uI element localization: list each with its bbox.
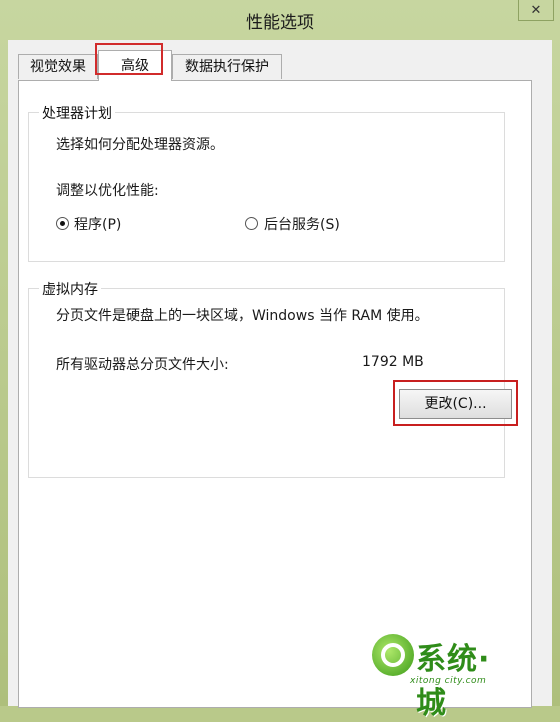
watermark-sub-text: xitong city.com [410, 676, 487, 686]
total-paging-size-value: 1792 MB [362, 354, 424, 370]
window-frame: 性能选项 ✕ 视觉效果 高级 数据执行保护 处理器计划 选择如何分配处理器资源。… [0, 0, 560, 721]
logo-circle-icon [372, 634, 414, 676]
adjust-for-label: 调整以优化性能: [56, 183, 159, 199]
tab-data-execution-prevention[interactable]: 数据执行保护 [172, 54, 282, 79]
dialog-client-area: 视觉效果 高级 数据执行保护 处理器计划 选择如何分配处理器资源。 调整以优化性… [8, 40, 552, 708]
tab-visual-effects[interactable]: 视觉效果 [18, 54, 98, 79]
close-button[interactable]: ✕ [518, 0, 554, 21]
total-paging-size-label: 所有驱动器总分页文件大小: [56, 357, 229, 373]
processor-description: 选择如何分配处理器资源。 [56, 137, 224, 153]
change-button[interactable]: 更改(C)... [399, 389, 512, 419]
close-icon: ✕ [530, 2, 542, 18]
virtual-memory-description: 分页文件是硬盘上的一块区域，Windows 当作 RAM 使用。 [56, 308, 429, 324]
window-title: 性能选项 [246, 13, 314, 33]
tab-advanced[interactable]: 高级 [98, 50, 172, 81]
virtual-memory-legend: 虚拟内存 [39, 279, 101, 299]
radio-background-services[interactable] [245, 217, 258, 230]
radio-background-services-label[interactable]: 后台服务(S) [264, 214, 340, 234]
radio-programs[interactable] [56, 217, 69, 230]
watermark-logo: 系统·城 xitong city.com [370, 628, 520, 721]
radio-programs-label[interactable]: 程序(P) [74, 214, 121, 234]
title-bar[interactable]: 性能选项 ✕ [0, 0, 560, 40]
processor-scheduling-legend: 处理器计划 [39, 103, 115, 123]
